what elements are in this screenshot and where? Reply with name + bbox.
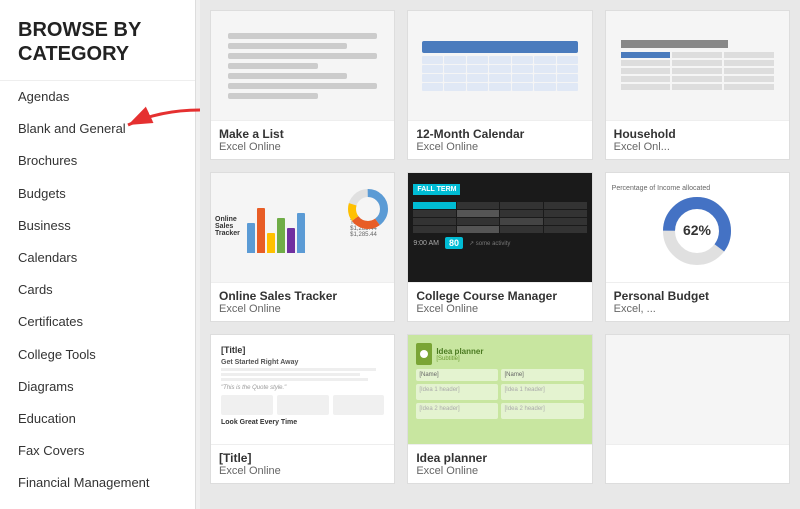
template-info-idea-planner: Idea planner Excel Online [408,445,591,483]
template-thumb-partial [606,335,789,445]
svg-text:62%: 62% [683,222,712,238]
template-thumb-sales: Online Sales Tracker [211,173,394,283]
sidebar-item-cards[interactable]: Cards [0,274,195,306]
template-info-household: Household Excel Onl... [606,121,789,159]
template-title: College Course Manager [416,289,583,303]
sidebar-item-business[interactable]: Business [0,210,195,242]
template-source: Excel Online [219,303,386,315]
sidebar-item-brochures[interactable]: Brochures [0,145,195,177]
template-title: Personal Budget [614,289,781,303]
template-card-title-resume[interactable]: [Title] Get Started Right Away "This is … [210,334,395,484]
template-card-idea-planner[interactable]: Idea planner [Subtitle] [Name] [Name] [I… [407,334,592,484]
template-info-partial [606,445,789,457]
template-source: Excel Online [416,303,583,315]
template-source: Excel Online [219,141,386,153]
template-thumb-idea: Idea planner [Subtitle] [Name] [Name] [I… [408,335,591,445]
sidebar-item-blank-general[interactable]: Blank and General [0,113,195,145]
sidebar-item-diagrams[interactable]: Diagrams [0,371,195,403]
template-grid-area: Make a List Excel Online [200,0,800,509]
sidebar-item-certificates[interactable]: Certificates [0,306,195,338]
sidebar-item-education[interactable]: Education [0,403,195,435]
template-thumb-personal: Percentage of Income allocated 62% [606,173,789,283]
template-thumb-household [606,11,789,121]
template-source: Excel Onl... [614,141,781,153]
template-card-household[interactable]: Household Excel Onl... [605,10,790,160]
template-title: Idea planner [416,451,583,465]
sidebar-heading: BROWSE BY CATEGORY [0,0,195,81]
template-thumb-resume: [Title] Get Started Right Away "This is … [211,335,394,445]
template-source: Excel Online [219,465,386,477]
template-title: Online Sales Tracker [219,289,386,303]
template-info-personal-budget: Personal Budget Excel, ... [606,283,789,321]
template-title: Make a List [219,127,386,141]
template-card-online-sales-tracker[interactable]: Online Sales Tracker [210,172,395,322]
template-info-online-sales-tracker: Online Sales Tracker Excel Online [211,283,394,321]
template-info-12-month-calendar: 12-Month Calendar Excel Online [408,121,591,159]
sidebar-item-flyers[interactable]: Flyers [0,499,195,509]
template-card-personal-budget[interactable]: Percentage of Income allocated 62% Perso… [605,172,790,322]
sidebar-item-calendars[interactable]: Calendars [0,242,195,274]
template-card-12-month-calendar[interactable]: 12-Month Calendar Excel Online [407,10,592,160]
category-sidebar: BROWSE BY CATEGORY Agendas Blank and Gen… [0,0,196,509]
template-grid: Make a List Excel Online [210,10,790,484]
sidebar-item-college-tools[interactable]: College Tools [0,339,195,371]
template-info-make-a-list: Make a List Excel Online [211,121,394,159]
sidebar-item-fax-covers[interactable]: Fax Covers [0,435,195,467]
template-title: 12-Month Calendar [416,127,583,141]
template-info-title-resume: [Title] Excel Online [211,445,394,483]
template-thumb-college: FALL TERM YEAR [408,173,591,283]
sidebar-item-budgets[interactable]: Budgets [0,178,195,210]
template-card-partial[interactable] [605,334,790,484]
template-source: Excel Online [416,465,583,477]
template-thumb-make-a-list [211,11,394,121]
template-card-make-a-list[interactable]: Make a List Excel Online [210,10,395,160]
template-source: Excel Online [416,141,583,153]
template-card-college-course-manager[interactable]: FALL TERM YEAR [407,172,592,322]
sidebar-item-agendas[interactable]: Agendas [0,81,195,113]
template-source: Excel, ... [614,303,781,315]
template-title: Household [614,127,781,141]
template-title: [Title] [219,451,386,465]
template-thumb-calendar [408,11,591,121]
template-info-college-course-manager: College Course Manager Excel Online [408,283,591,321]
sidebar-item-financial-management[interactable]: Financial Management [0,467,195,499]
